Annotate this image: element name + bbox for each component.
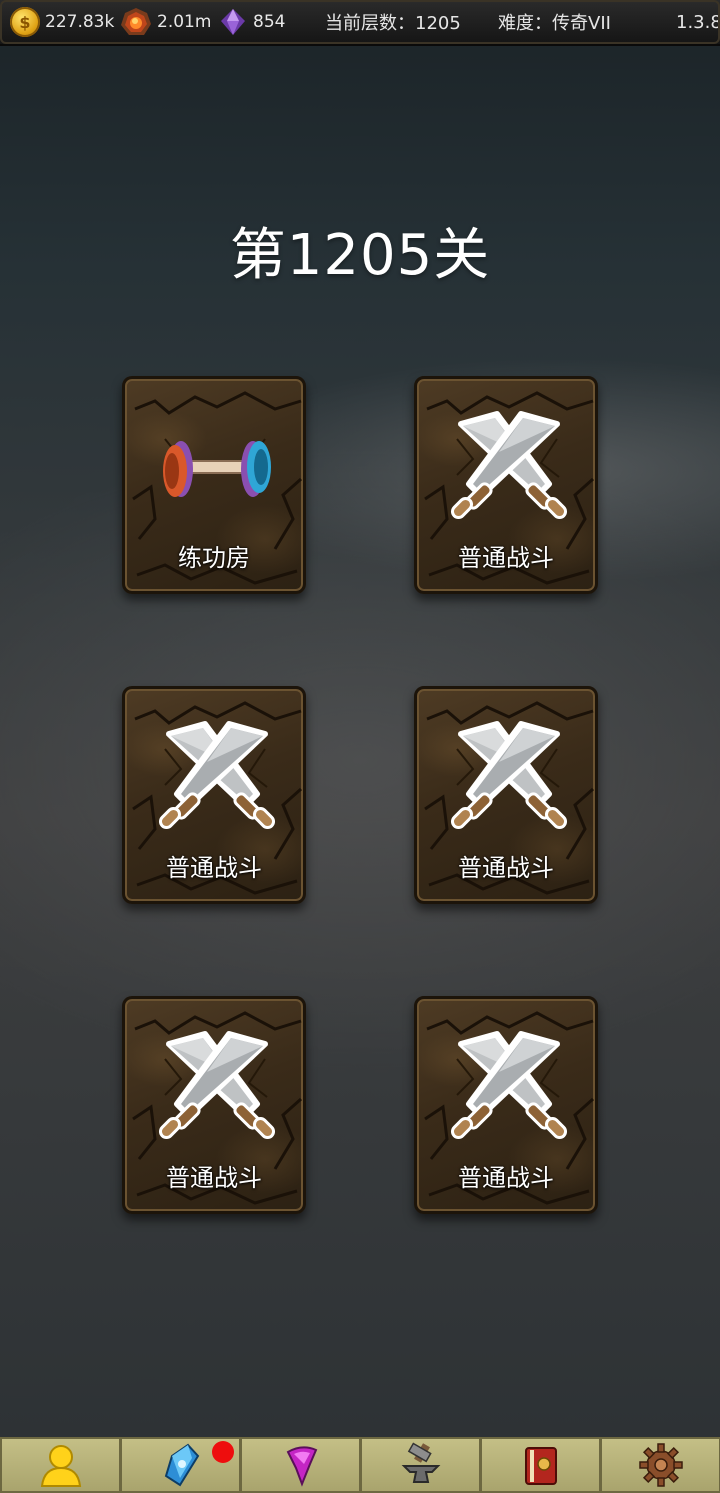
- nav-tab-forge[interactable]: [360, 1437, 480, 1493]
- gear-settings-icon: [638, 1443, 683, 1487]
- anvil-forge-icon: [401, 1442, 440, 1483]
- bottom-nav: [0, 1437, 720, 1493]
- magic-gem-icon: [286, 1446, 317, 1487]
- difficulty-label: 难度：传奇VII: [498, 13, 611, 34]
- nav-tab-crystal[interactable]: [120, 1437, 240, 1493]
- card-label: 普通战斗: [166, 854, 262, 882]
- crossed-swords-icon: [449, 1029, 569, 1149]
- nav-tab-hero[interactable]: [0, 1437, 120, 1493]
- gem-counter: 854: [218, 0, 285, 44]
- card-training-room[interactable]: 练功房: [122, 376, 306, 594]
- nav-tab-settings[interactable]: [600, 1437, 720, 1493]
- crossed-swords-icon: [449, 719, 569, 839]
- card-label: 普通战斗: [458, 1164, 554, 1192]
- nav-tab-book[interactable]: [480, 1437, 600, 1493]
- ore-icon: [121, 8, 151, 35]
- purple-gem-icon: [221, 9, 245, 35]
- crossed-swords-icon: [449, 409, 569, 529]
- ore-counter: 2.01m: [120, 0, 211, 44]
- hero-icon: [40, 1445, 81, 1487]
- nav-tab-magic[interactable]: [240, 1437, 360, 1493]
- ore-value: 2.01m: [157, 12, 212, 32]
- card-label: 普通战斗: [166, 1164, 262, 1192]
- gold-value: 227.83k: [45, 12, 115, 32]
- gold-counter: $ 227.83k: [10, 0, 114, 44]
- current-floor-label: 当前层数：1205: [325, 13, 461, 34]
- card-normal-battle[interactable]: 普通战斗: [414, 996, 598, 1214]
- level-title: 第1205关: [229, 223, 491, 288]
- card-label: 普通战斗: [458, 854, 554, 882]
- spellbook-icon: [524, 1447, 557, 1485]
- gold-coin-icon: $: [10, 7, 40, 37]
- card-label: 练功房: [178, 544, 250, 572]
- resource-bar: $ 227.83k 2.01m 854 当前层数：1205 难度：传奇VII 1…: [0, 0, 720, 46]
- dumbbell-icon: [163, 441, 271, 497]
- crossed-swords-icon: [157, 719, 277, 839]
- card-label: 普通战斗: [458, 544, 554, 572]
- card-normal-battle[interactable]: 普通战斗: [122, 996, 306, 1214]
- notification-badge: [212, 1441, 234, 1463]
- crystal-icon: [164, 1443, 199, 1487]
- card-normal-battle[interactable]: 普通战斗: [414, 376, 598, 594]
- card-normal-battle[interactable]: 普通战斗: [122, 686, 306, 904]
- version-label: 1.3.8: [676, 11, 720, 33]
- crossed-swords-icon: [157, 1029, 277, 1149]
- card-normal-battle[interactable]: 普通战斗: [414, 686, 598, 904]
- gem-value: 854: [253, 12, 286, 32]
